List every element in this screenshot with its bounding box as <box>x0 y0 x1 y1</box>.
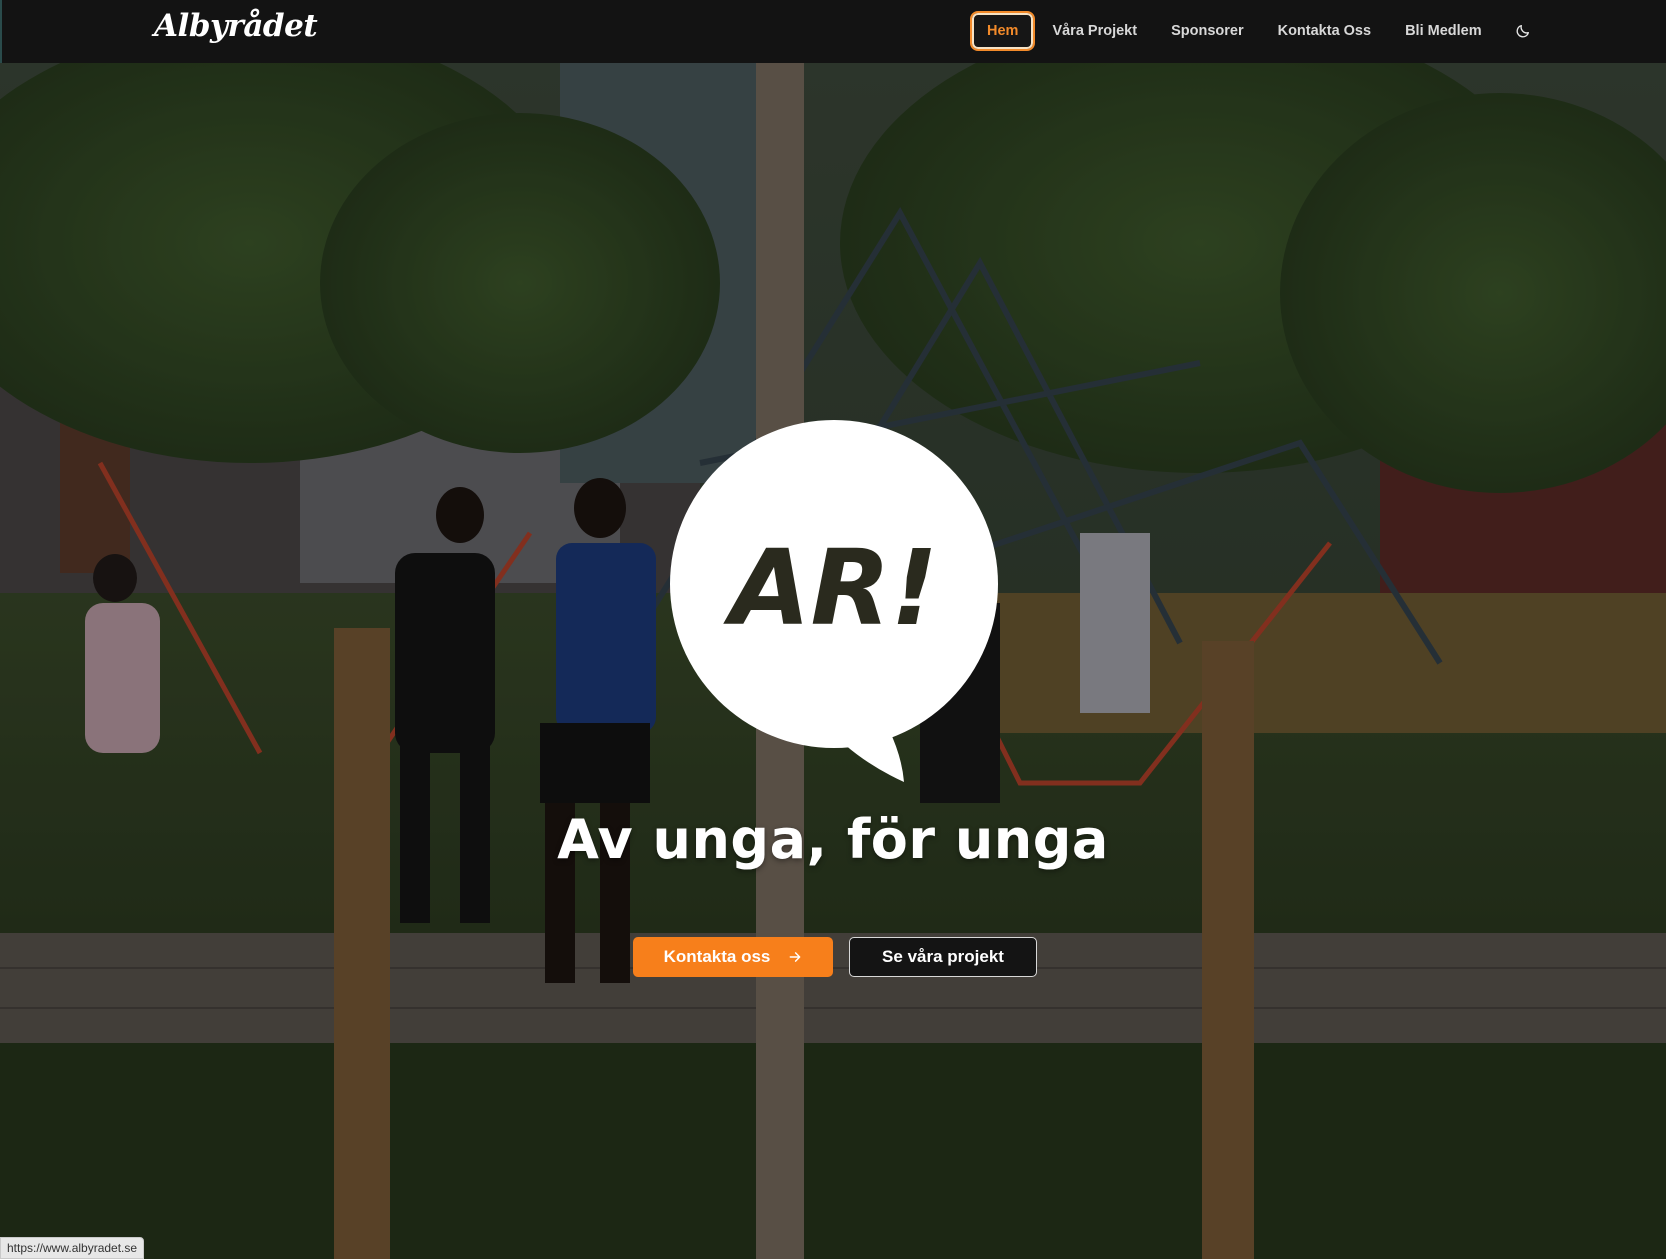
nav-item-kontakta-oss[interactable]: Kontakta Oss <box>1261 11 1388 51</box>
nav-menu: Hem Våra Projekt Sponsorer Kontakta Oss … <box>970 11 1537 51</box>
see-projects-label: Se våra projekt <box>882 947 1004 966</box>
nav-item-hem[interactable]: Hem <box>970 11 1036 51</box>
top-navbar: Albyrådet Hem Våra Projekt Sponsorer Kon… <box>0 0 1666 63</box>
ar-speech-bubble-logo: AR! <box>670 420 998 782</box>
hero-tagline: Av unga, för unga <box>557 808 1109 871</box>
nav-item-sponsorer[interactable]: Sponsorer <box>1154 11 1261 51</box>
page: Albyrådet Hem Våra Projekt Sponsorer Kon… <box>0 0 1666 1259</box>
site-logo[interactable]: Albyrådet <box>154 8 318 44</box>
bubble-logo-text: AR! <box>723 527 938 649</box>
arrow-right-icon <box>789 952 801 962</box>
status-bar-url: https://www.albyradet.se <box>0 1237 145 1259</box>
nav-item-vara-projekt[interactable]: Våra Projekt <box>1035 11 1154 51</box>
contact-us-button[interactable]: Kontakta oss <box>633 937 833 977</box>
nav-item-bli-medlem[interactable]: Bli Medlem <box>1388 11 1499 51</box>
theme-toggle-button[interactable] <box>1509 17 1537 45</box>
hero-cta-row: Kontakta oss Se våra projekt <box>633 937 1037 977</box>
moon-icon <box>1516 25 1529 38</box>
see-projects-button[interactable]: Se våra projekt <box>849 937 1037 977</box>
contact-us-label: Kontakta oss <box>663 947 771 966</box>
